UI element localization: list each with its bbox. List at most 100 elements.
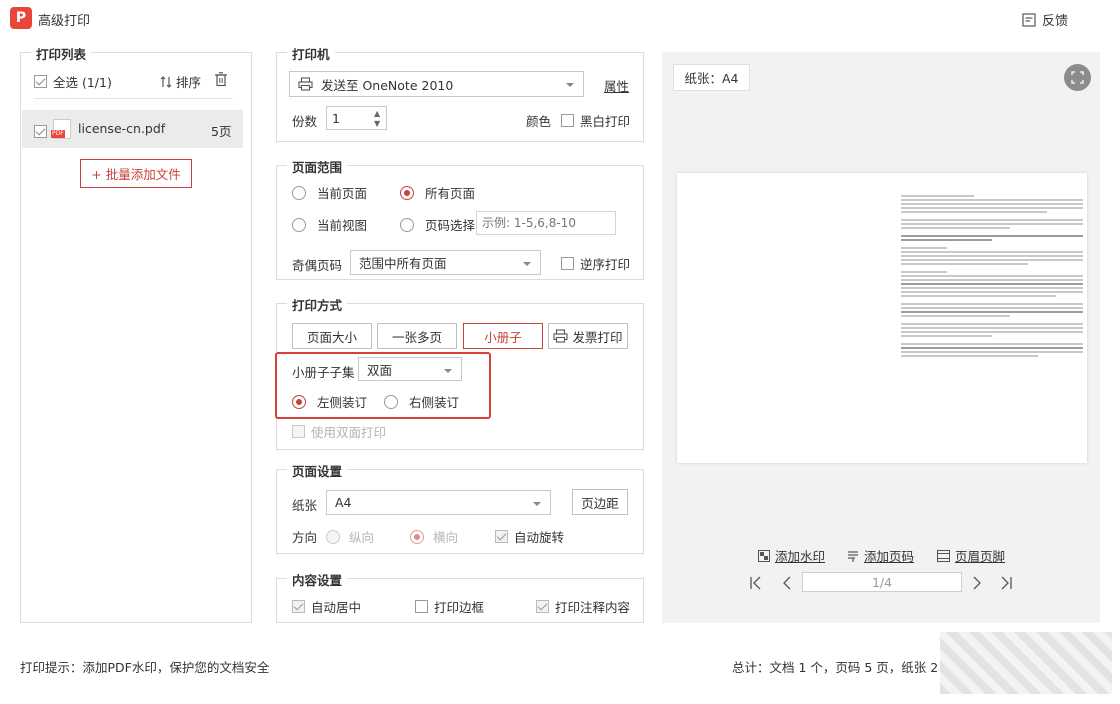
copies-label: 份数: [292, 114, 318, 129]
print-border-checkbox[interactable]: [415, 600, 428, 613]
print-list-title: 打印列表: [31, 44, 92, 63]
auto-rotate-label: 自动旋转: [514, 530, 565, 545]
window-title: 高级打印: [38, 14, 91, 29]
prev-page-icon[interactable]: [779, 575, 795, 591]
divider: [34, 98, 233, 99]
file-list-item[interactable]: PDF license-cn.pdf 5页: [22, 110, 243, 148]
portrait-radio[interactable]: [326, 529, 340, 544]
all-pages-label: 所有页面: [425, 186, 476, 201]
booklet-subset-value: 双面: [367, 362, 393, 378]
file-page-count: 5页: [211, 124, 232, 139]
paper-select[interactable]: A4: [326, 490, 551, 515]
page-select-label: 页码选择: [425, 218, 476, 233]
color-label: 颜色: [526, 114, 552, 129]
print-mode-title: 打印方式: [287, 295, 348, 314]
tab-invoice-print[interactable]: 发票打印: [548, 323, 628, 349]
sort-label: 排序: [176, 75, 202, 90]
watermark-icon: [758, 549, 770, 562]
chevron-down-icon: [444, 369, 452, 373]
auto-rotate-checkbox[interactable]: [495, 530, 508, 543]
current-page-radio[interactable]: [292, 185, 306, 200]
page-preview: [677, 173, 1087, 463]
add-files-button[interactable]: + 批量添加文件: [80, 159, 192, 188]
last-page-icon[interactable]: [998, 575, 1014, 591]
bw-print-checkbox[interactable]: [561, 114, 574, 127]
trash-icon[interactable]: [214, 72, 228, 87]
add-watermark-label: 添加水印: [775, 549, 826, 564]
print-list-panel: 打印列表 全选 (1/1) 排序 PDF license-cn.pdf 5页 +…: [20, 44, 252, 623]
select-all-label: 全选 (1/1): [53, 75, 112, 90]
feedback-icon: [1022, 12, 1036, 27]
margins-button[interactable]: 页边距: [572, 489, 628, 515]
stepper-down-icon[interactable]: ▼: [374, 119, 380, 128]
odd-even-select[interactable]: 范围中所有页面: [350, 250, 541, 275]
preview-panel: 纸张：A4 添加水印 添加页码 页眉页脚 1/4: [662, 52, 1100, 623]
print-summary: 总计：文档 1 个，页码 5 页，纸张 2 张: [732, 660, 942, 675]
print-border-label: 打印边框: [434, 600, 485, 615]
fullscreen-icon: [1071, 71, 1084, 84]
chevron-down-icon: [566, 83, 574, 87]
page-setup-title: 页面设置: [287, 461, 348, 480]
tab-multi-page[interactable]: 一张多页: [377, 323, 457, 349]
content-setup-title: 内容设置: [287, 570, 348, 589]
printer-properties-link[interactable]: 属性: [604, 76, 629, 95]
preview-text-block: [901, 195, 1083, 359]
paper-select-value: A4: [335, 495, 352, 510]
paper-size-badge: 纸张：A4: [673, 64, 750, 91]
landscape-label: 横向: [433, 530, 459, 545]
copies-value[interactable]: 1: [332, 111, 340, 126]
fullscreen-button[interactable]: [1064, 64, 1091, 91]
chevron-down-icon: [523, 262, 531, 266]
select-all-checkbox[interactable]: [34, 75, 47, 88]
left-binding-radio[interactable]: [292, 394, 306, 409]
odd-even-value: 范围中所有页面: [359, 256, 447, 271]
page-select-radio[interactable]: [400, 217, 414, 232]
feedback-button[interactable]: 反馈: [1022, 10, 1068, 29]
landscape-radio[interactable]: [410, 529, 424, 544]
header-footer-icon: [937, 549, 950, 562]
file-checkbox[interactable]: [34, 125, 47, 138]
printer-select[interactable]: 发送至 OneNote 2010: [289, 71, 584, 97]
add-page-number-button[interactable]: 添加页码: [847, 546, 914, 565]
odd-even-label: 奇偶页码: [292, 258, 343, 273]
right-binding-radio[interactable]: [384, 394, 398, 409]
duplex-label: 使用双面打印: [311, 425, 387, 440]
tab-invoice-label: 发票打印: [572, 329, 623, 345]
stepper-up-icon[interactable]: ▲: [374, 109, 380, 118]
page-select-input[interactable]: [476, 211, 616, 235]
orientation-label: 方向: [292, 530, 318, 545]
chevron-down-icon: [533, 502, 541, 506]
current-view-radio[interactable]: [292, 217, 306, 232]
next-page-icon[interactable]: [969, 575, 985, 591]
print-tip: 打印提示：添加PDF水印，保护您的文档安全: [20, 660, 270, 675]
booklet-subset-select[interactable]: 双面: [358, 357, 462, 381]
sort-button[interactable]: 排序: [159, 72, 201, 91]
invoice-icon: [553, 329, 569, 343]
first-page-icon[interactable]: [748, 575, 764, 591]
duplex-checkbox[interactable]: [292, 425, 305, 438]
content-setup-group: 内容设置 自动居中 打印边框 打印注释内容: [276, 570, 644, 623]
header-footer-label: 页眉页脚: [955, 549, 1006, 564]
tab-booklet[interactable]: 小册子: [463, 323, 543, 349]
print-annotations-label: 打印注释内容: [555, 600, 631, 615]
sort-icon: [160, 75, 172, 88]
paper-label: 纸张: [292, 498, 318, 513]
page-setup-group: 页面设置 纸张 A4 页边距 方向 纵向 横向 自动旋转: [276, 461, 644, 554]
page-indicator[interactable]: 1/4: [802, 572, 962, 592]
add-watermark-button[interactable]: 添加水印: [758, 546, 825, 565]
printer-select-value: 发送至 OneNote 2010: [321, 77, 454, 93]
all-pages-radio[interactable]: [400, 185, 414, 200]
current-view-label: 当前视图: [317, 218, 368, 233]
reverse-print-checkbox[interactable]: [561, 257, 574, 270]
tab-page-size[interactable]: 页面大小: [292, 323, 372, 349]
print-mode-group: 打印方式 页面大小 一张多页 小册子 发票打印 小册子子集 双面 左侧装订 右侧…: [275, 295, 644, 450]
page-range-title: 页面范围: [287, 157, 348, 176]
copies-stepper[interactable]: 1 ▲ ▼: [326, 106, 387, 130]
app-logo: P: [10, 7, 32, 29]
auto-center-checkbox[interactable]: [292, 600, 305, 613]
print-annotations-checkbox[interactable]: [536, 600, 549, 613]
page-indicator-value: 1/4: [871, 574, 893, 590]
booklet-subset-label: 小册子子集: [292, 365, 355, 380]
header-footer-button[interactable]: 页眉页脚: [937, 546, 1005, 565]
printer-title: 打印机: [287, 44, 335, 63]
